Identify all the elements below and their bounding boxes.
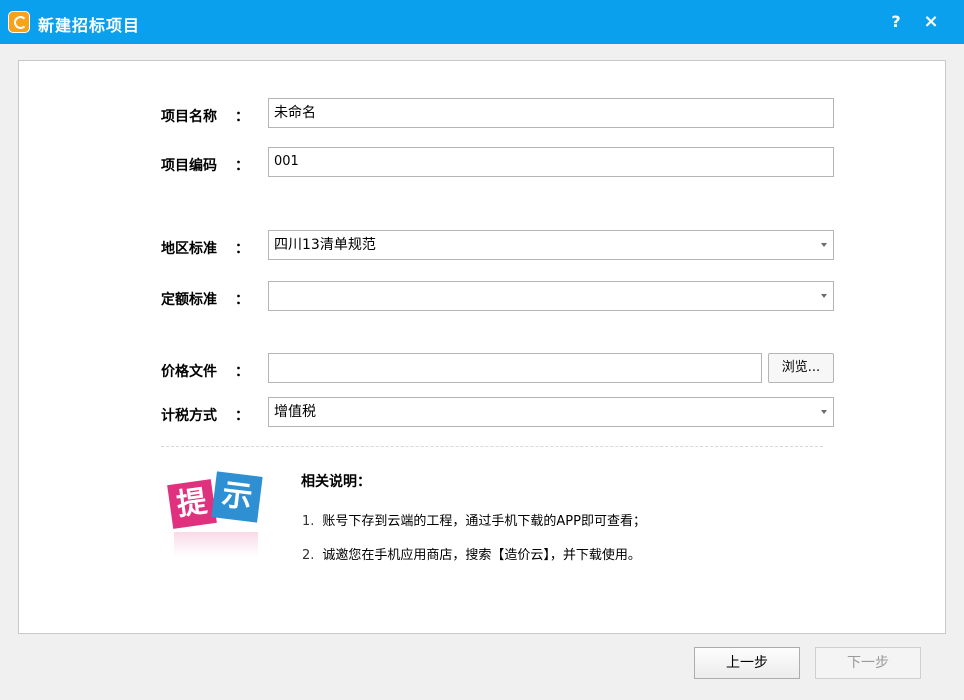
dropdown-arrow-icon <box>821 243 827 247</box>
notes-title: 相关说明： <box>301 474 371 490</box>
help-button[interactable]: ? <box>884 10 908 34</box>
browse-button[interactable]: 浏览... <box>768 353 834 383</box>
close-button[interactable]: × <box>919 10 943 34</box>
note-text: 账号下存到云端的工程，通过手机下载的APP即可查看； <box>322 514 646 529</box>
next-step-button[interactable]: 下一步 <box>815 647 921 679</box>
previous-step-button[interactable]: 上一步 <box>694 647 800 679</box>
tax-method-label: 计税方式： <box>161 408 249 424</box>
price-file-label: 价格文件： <box>161 364 249 380</box>
note-number: 2. <box>302 548 315 563</box>
dashed-divider <box>161 446 823 447</box>
project-name-label: 项目名称： <box>161 109 249 125</box>
region-standard-select[interactable]: 四川13清单规范 <box>268 230 834 260</box>
project-code-label: 项目编码： <box>161 158 249 174</box>
tip-badge-icon: 提 示 <box>164 466 270 561</box>
title-bar: 新建招标项目 ? × <box>0 0 964 44</box>
project-name-input[interactable]: 未命名 <box>268 98 834 128</box>
region-standard-label: 地区标准： <box>161 241 249 257</box>
tax-method-value: 增值税 <box>274 404 316 420</box>
project-code-input[interactable]: 001 <box>268 147 834 177</box>
tip-char-2: 示 <box>211 471 263 523</box>
tip-char-1: 提 <box>167 479 217 529</box>
note-item-1: 1. 账号下存到云端的工程，通过手机下载的APP即可查看； <box>302 510 646 529</box>
dropdown-arrow-icon <box>821 410 827 414</box>
price-file-input[interactable] <box>268 353 762 383</box>
form-panel: 项目名称： 未命名 项目编码： 001 地区标准： 四川13清单规范 定额标准：… <box>18 60 946 634</box>
note-text: 诚邀您在手机应用商店，搜索【造价云】，并下载使用。 <box>322 548 641 563</box>
region-standard-value: 四川13清单规范 <box>274 237 376 253</box>
quota-standard-label: 定额标准： <box>161 292 249 308</box>
tip-reflection <box>174 532 258 556</box>
note-number: 1. <box>302 514 315 529</box>
tax-method-select[interactable]: 增值税 <box>268 397 834 427</box>
app-logo-icon <box>8 11 30 33</box>
quota-standard-select[interactable] <box>268 281 834 311</box>
window-title: 新建招标项目 <box>38 16 141 35</box>
dropdown-arrow-icon <box>821 294 827 298</box>
note-item-2: 2. 诚邀您在手机应用商店，搜索【造价云】，并下载使用。 <box>302 544 641 563</box>
